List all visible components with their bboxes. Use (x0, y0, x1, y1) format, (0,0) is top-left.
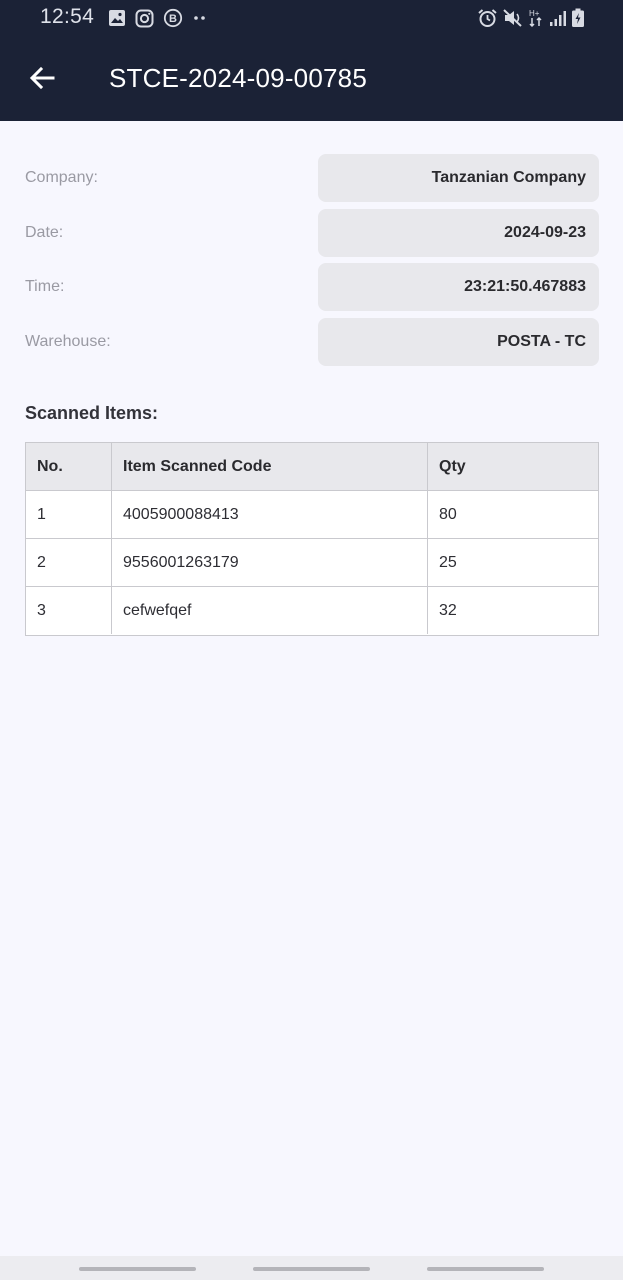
warehouse-label: Warehouse: (25, 333, 111, 350)
arrow-left-icon (28, 64, 56, 92)
table-header-row: No. Item Scanned Code Qty (26, 443, 598, 491)
data-transfer-icon: H+ (527, 8, 545, 28)
item-scanned-code: 4005900088413 (112, 491, 428, 538)
alarm-icon (477, 8, 498, 28)
business-b-icon: B (163, 8, 183, 28)
app-bar: STCE-2024-09-00785 (0, 36, 623, 121)
company-row: Company: Tanzanian Company (0, 154, 623, 202)
mute-icon (502, 8, 523, 28)
date-label: Date: (25, 224, 64, 241)
item-qty: 25 (439, 554, 457, 571)
item-scanned-code: cefwefqef (112, 587, 428, 634)
header: 12:54 B H+ STCE-2024-09-00785 (0, 0, 623, 121)
instagram-icon (135, 9, 154, 28)
scanned-items-heading: Scanned Items: (25, 403, 159, 423)
svg-text:B: B (169, 13, 177, 25)
signal-icon (549, 9, 567, 27)
battery-icon (571, 8, 585, 28)
item-scanned-code: 9556001263179 (112, 539, 428, 586)
nav-back-button[interactable] (427, 1267, 544, 1271)
status-time: 12:54 (40, 5, 95, 28)
more-dots-icon (192, 13, 208, 23)
time-row: Time: 23:21:50.467883 (0, 263, 623, 311)
table-row: 3 cefwefqef 32 (26, 587, 598, 635)
date-row: Date: 2024-09-23 (0, 209, 623, 257)
scanned-items-table: No. Item Scanned Code Qty 1 400590008841… (25, 442, 599, 636)
column-header-item-code: Item Scanned Code (112, 443, 428, 490)
company-value: Tanzanian Company (318, 154, 599, 202)
warehouse-row: Warehouse: POSTA - TC (0, 318, 623, 366)
table-row: 1 4005900088413 80 (26, 491, 598, 539)
row-number: 3 (26, 587, 112, 634)
status-bar: 12:54 B H+ (0, 0, 623, 36)
image-icon (108, 9, 126, 27)
system-navigation-bar (0, 1256, 623, 1280)
warehouse-value: POSTA - TC (318, 318, 599, 366)
time-label: Time: (25, 278, 65, 295)
column-header-no: No. (26, 443, 112, 490)
row-number: 1 (26, 491, 112, 538)
nav-home-button[interactable] (253, 1267, 370, 1271)
nav-recents-button[interactable] (79, 1267, 196, 1271)
svg-text:H+: H+ (529, 9, 540, 18)
status-right-icons: H+ (477, 7, 585, 29)
back-button[interactable] (22, 58, 62, 98)
column-header-qty: Qty (439, 458, 466, 475)
table-row: 2 9556001263179 25 (26, 539, 598, 587)
item-qty: 80 (439, 506, 457, 523)
screen: 12:54 B H+ STCE-2024-09-00785 Company: T… (0, 0, 623, 1280)
status-left-icons: B (108, 8, 208, 28)
row-number: 2 (26, 539, 112, 586)
page-title: STCE-2024-09-00785 (109, 63, 367, 93)
company-label: Company: (25, 169, 98, 186)
time-value: 23:21:50.467883 (318, 263, 599, 311)
date-value: 2024-09-23 (318, 209, 599, 257)
item-qty: 32 (439, 602, 457, 619)
